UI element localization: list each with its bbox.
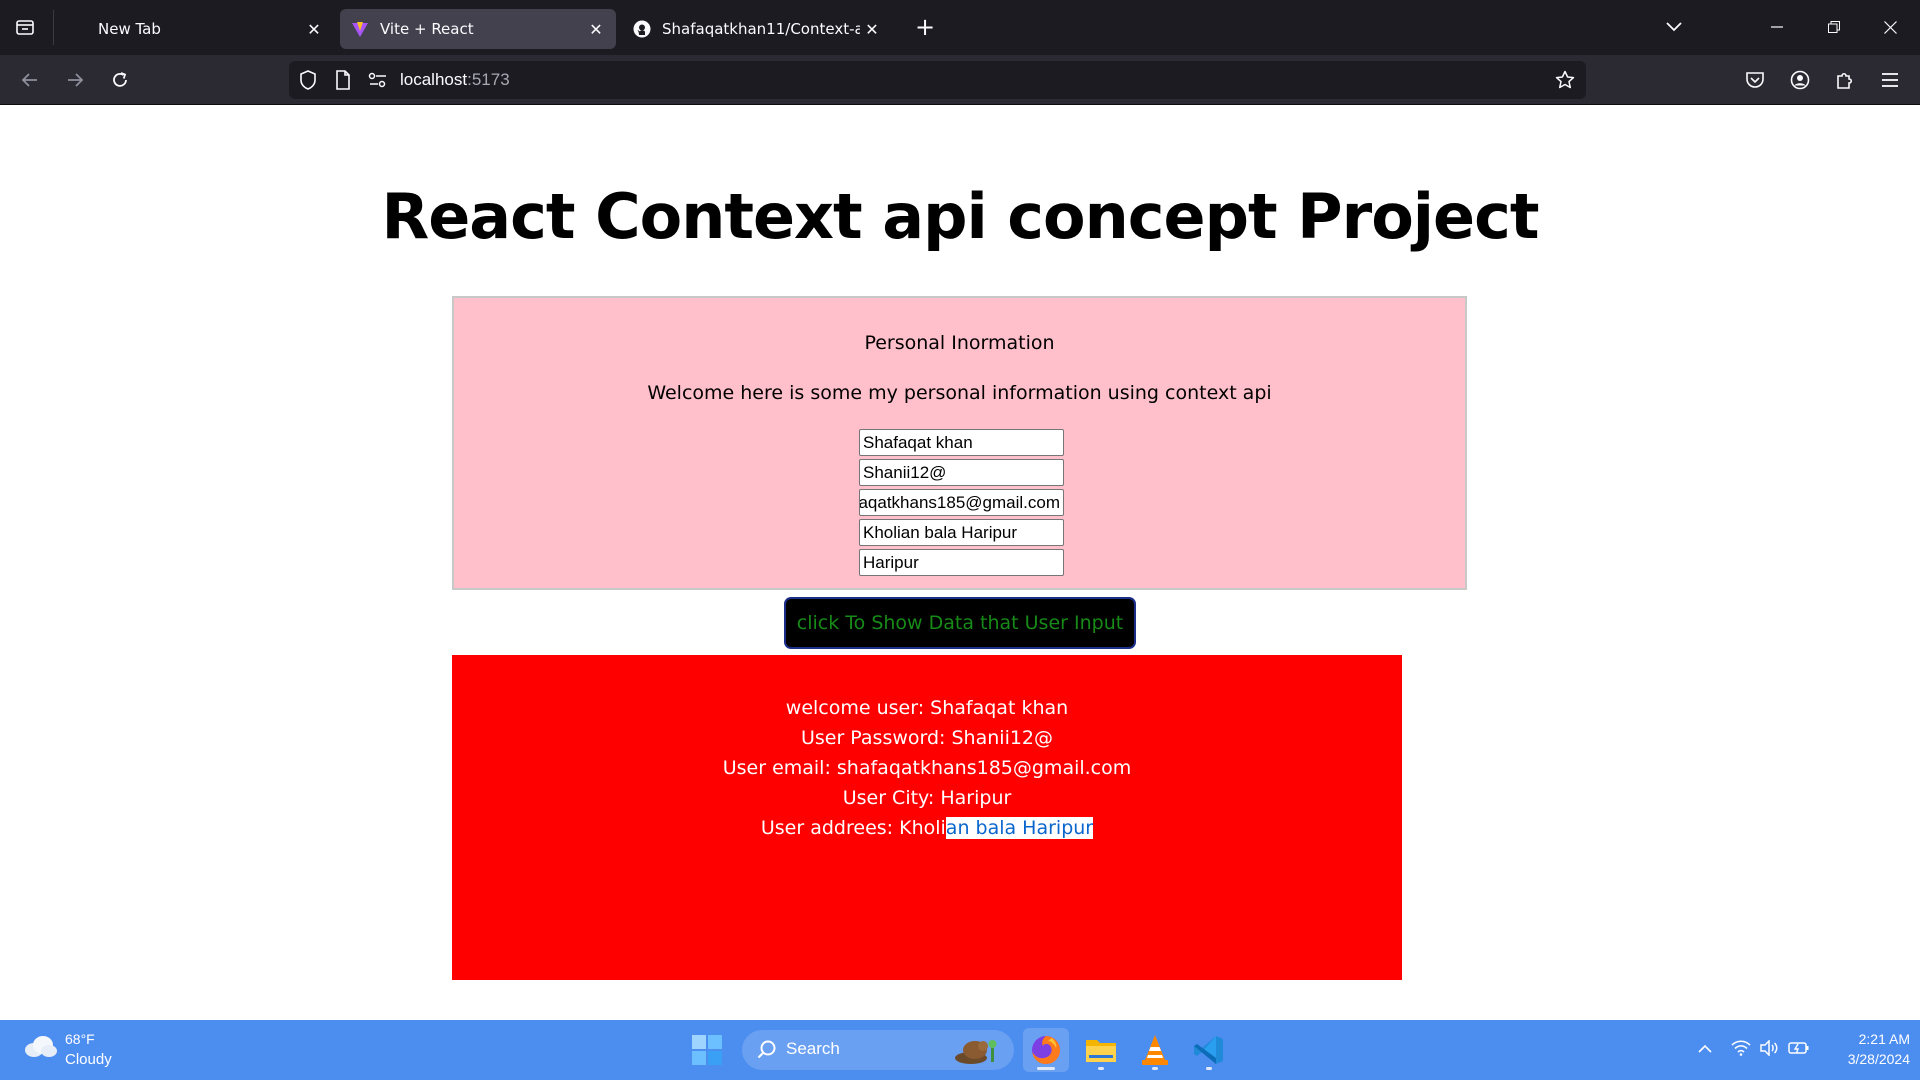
welcome-prefix: welcome user:	[785, 697, 931, 719]
chevron-down-icon[interactable]	[1657, 12, 1691, 42]
result-email: User email: shafaqatkhans185@gmail.com	[452, 757, 1402, 779]
password-value: Shanii12@	[951, 727, 1054, 749]
result-panel: welcome user: Shafaqat khan User Passwor…	[452, 655, 1402, 980]
address-prefix: User addrees:	[760, 817, 900, 839]
url-bar[interactable]: localhost:5173	[289, 61, 1586, 99]
battery-icon[interactable]	[1787, 1036, 1811, 1060]
url-host: localhost	[400, 70, 468, 89]
site-permissions-icon[interactable]	[367, 69, 389, 91]
page-title: React Context api concept Project	[381, 180, 1540, 253]
navigation-bar: localhost:5173	[0, 55, 1920, 105]
name-field[interactable]: Shafaqat khan	[859, 429, 1064, 456]
city-value: Haripur	[940, 787, 1012, 809]
windows-start-icon[interactable]	[690, 1033, 724, 1067]
volume-icon[interactable]	[1757, 1036, 1781, 1060]
tab-label: Shafaqatkhan11/Context-api-p	[662, 20, 860, 38]
page-icon[interactable]	[332, 69, 354, 91]
new-tab-plus-icon[interactable]: +	[910, 12, 940, 42]
browser-tab-bar: New Tab ✕ Vite + React ✕ Shafaqatkhan11/…	[0, 0, 1920, 55]
running-indicator	[1098, 1067, 1104, 1070]
tab-vite-react[interactable]: Vite + React ✕	[340, 9, 616, 49]
minimize-icon[interactable]	[1760, 12, 1794, 42]
personal-info-panel: Personal Inormation Welcome here is some…	[452, 296, 1467, 590]
cloud-icon[interactable]	[22, 1034, 58, 1058]
result-address: User addrees: Kholian bala Haripur	[452, 817, 1402, 839]
result-password: User Password: Shanii12@	[452, 727, 1402, 749]
file-explorer-icon[interactable]	[1078, 1028, 1124, 1072]
account-icon[interactable]	[1784, 64, 1816, 96]
tab-github[interactable]: Shafaqatkhan11/Context-api-p ✕	[622, 9, 892, 49]
search-icon	[756, 1039, 778, 1061]
result-welcome: welcome user: Shafaqat khan	[452, 697, 1402, 719]
new-tab-icon	[68, 19, 88, 39]
welcome-value: Shafaqat khan	[930, 697, 1069, 719]
address-value: Kholi	[899, 817, 946, 839]
chevron-up-icon[interactable]	[1693, 1036, 1717, 1060]
city-prefix: User City:	[842, 787, 941, 809]
active-indicator	[1037, 1067, 1055, 1070]
extensions-icon[interactable]	[1829, 64, 1861, 96]
url-text[interactable]: localhost:5173	[400, 70, 510, 90]
info-description: Welcome here is some my personal informa…	[647, 382, 1272, 404]
taskbar: 68°F Cloudy Search 2:21 AM 3/28/2024	[0, 1020, 1920, 1080]
pocket-icon[interactable]	[1739, 64, 1771, 96]
password-prefix: User Password:	[800, 727, 952, 749]
search-label: Search	[786, 1039, 840, 1058]
menu-icon[interactable]	[1874, 64, 1906, 96]
email-field-value: shafaqatkhans185@gmail.com	[859, 493, 1060, 512]
address-value-selected: an bala Haripur	[945, 817, 1094, 839]
window-close-icon[interactable]	[1873, 12, 1907, 42]
running-indicator	[1206, 1067, 1212, 1070]
forward-arrow-icon[interactable]	[59, 64, 91, 96]
clock-time[interactable]: 2:21 AM	[1820, 1031, 1910, 1047]
vlc-icon[interactable]	[1132, 1028, 1178, 1072]
show-data-button[interactable]: click To Show Data that User Input	[784, 597, 1136, 649]
result-city: User City: Haripur	[452, 787, 1402, 809]
back-arrow-icon[interactable]	[14, 64, 46, 96]
bookmark-star-icon[interactable]	[1554, 69, 1576, 91]
tab-divider	[53, 10, 54, 45]
info-heading: Personal Inormation	[864, 332, 1055, 354]
wifi-icon[interactable]	[1729, 1036, 1753, 1060]
vscode-icon[interactable]	[1186, 1028, 1232, 1072]
tab-list-icon[interactable]	[10, 12, 40, 42]
running-indicator	[1152, 1067, 1158, 1070]
tab-label: Vite + React	[380, 20, 474, 38]
restore-icon[interactable]	[1817, 12, 1851, 42]
shield-icon[interactable]	[297, 69, 319, 91]
url-port: :5173	[467, 70, 510, 89]
tab-label: New Tab	[98, 20, 161, 38]
search-highlight-art	[947, 1036, 1007, 1066]
password-field[interactable]: Shanii12@	[859, 459, 1064, 486]
close-icon[interactable]: ✕	[584, 17, 608, 41]
taskbar-search[interactable]: Search	[742, 1030, 1014, 1070]
close-icon[interactable]: ✕	[302, 17, 326, 41]
email-field[interactable]: shafaqatkhans185@gmail.com	[859, 489, 1064, 516]
tab-new-tab[interactable]: New Tab ✕	[58, 9, 334, 49]
city-field[interactable]: Haripur	[859, 549, 1064, 576]
weather-description[interactable]: Cloudy	[65, 1051, 112, 1068]
reload-icon[interactable]	[104, 64, 136, 96]
vite-icon	[350, 19, 370, 39]
github-icon	[632, 19, 652, 39]
weather-temperature[interactable]: 68°F	[65, 1031, 95, 1047]
clock-date[interactable]: 3/28/2024	[1820, 1051, 1910, 1067]
email-value: shafaqatkhans185@gmail.com	[836, 757, 1132, 779]
firefox-icon[interactable]	[1023, 1028, 1069, 1072]
address-field[interactable]: Kholian bala Haripur	[859, 519, 1064, 546]
email-prefix: User email:	[722, 757, 837, 779]
close-icon[interactable]: ✕	[860, 17, 884, 41]
